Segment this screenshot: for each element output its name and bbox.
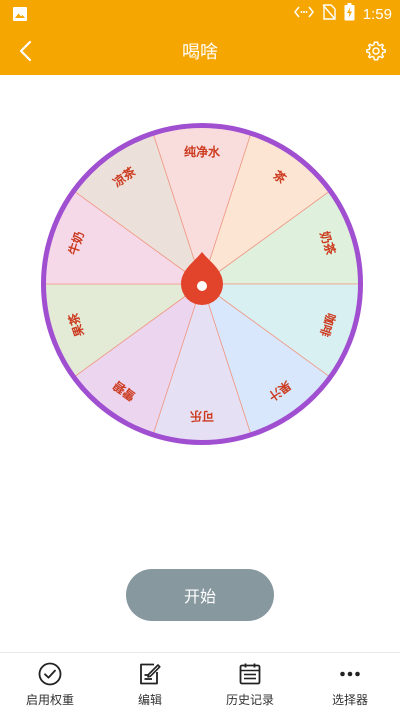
- nav-label: 编辑: [137, 693, 162, 707]
- wheel-graphic: 纯净水茶奶茶咖啡果汁可乐雪碧果茶牛奶凉茶: [41, 123, 363, 445]
- nav-label: 历史记录: [225, 693, 274, 707]
- bottom-nav: 启用权重 编辑 历史记录 选择器: [0, 652, 400, 712]
- spin-wheel[interactable]: 纯净水茶奶茶 咖啡 果汁 可乐 雪碧 果茶 牛奶 凉茶: [38, 120, 366, 448]
- edit-icon: [137, 661, 163, 687]
- settings-button[interactable]: [362, 37, 390, 65]
- history-icon: [237, 661, 263, 687]
- status-time: 1:59: [362, 5, 392, 23]
- page-title: 喝啥: [182, 42, 218, 63]
- nav-edit[interactable]: 编辑: [100, 653, 200, 712]
- nav-label: 选择器: [331, 693, 368, 707]
- start-button[interactable]: 开始: [126, 569, 274, 621]
- status-bar: 1:59: [0, 0, 400, 28]
- nav-history[interactable]: 历史记录: [200, 653, 300, 712]
- wheel-segment-label: 纯净水: [184, 144, 221, 159]
- gear-icon: [366, 41, 386, 61]
- image-notification-icon: [12, 6, 28, 26]
- check-circle-icon: [37, 661, 63, 687]
- no-sim-icon: [322, 4, 336, 24]
- nav-selector[interactable]: 选择器: [300, 653, 400, 712]
- nav-enable-weight[interactable]: 启用权重: [0, 653, 100, 712]
- app-bar: 喝啥: [0, 28, 400, 75]
- more-icon: [337, 661, 363, 687]
- nav-label: 启用权重: [25, 693, 74, 707]
- pointer-center-dot: [197, 281, 207, 291]
- code-icon: [293, 5, 314, 23]
- battery-charging-icon: [344, 3, 355, 25]
- wheel-segment-label: 可乐: [190, 409, 214, 424]
